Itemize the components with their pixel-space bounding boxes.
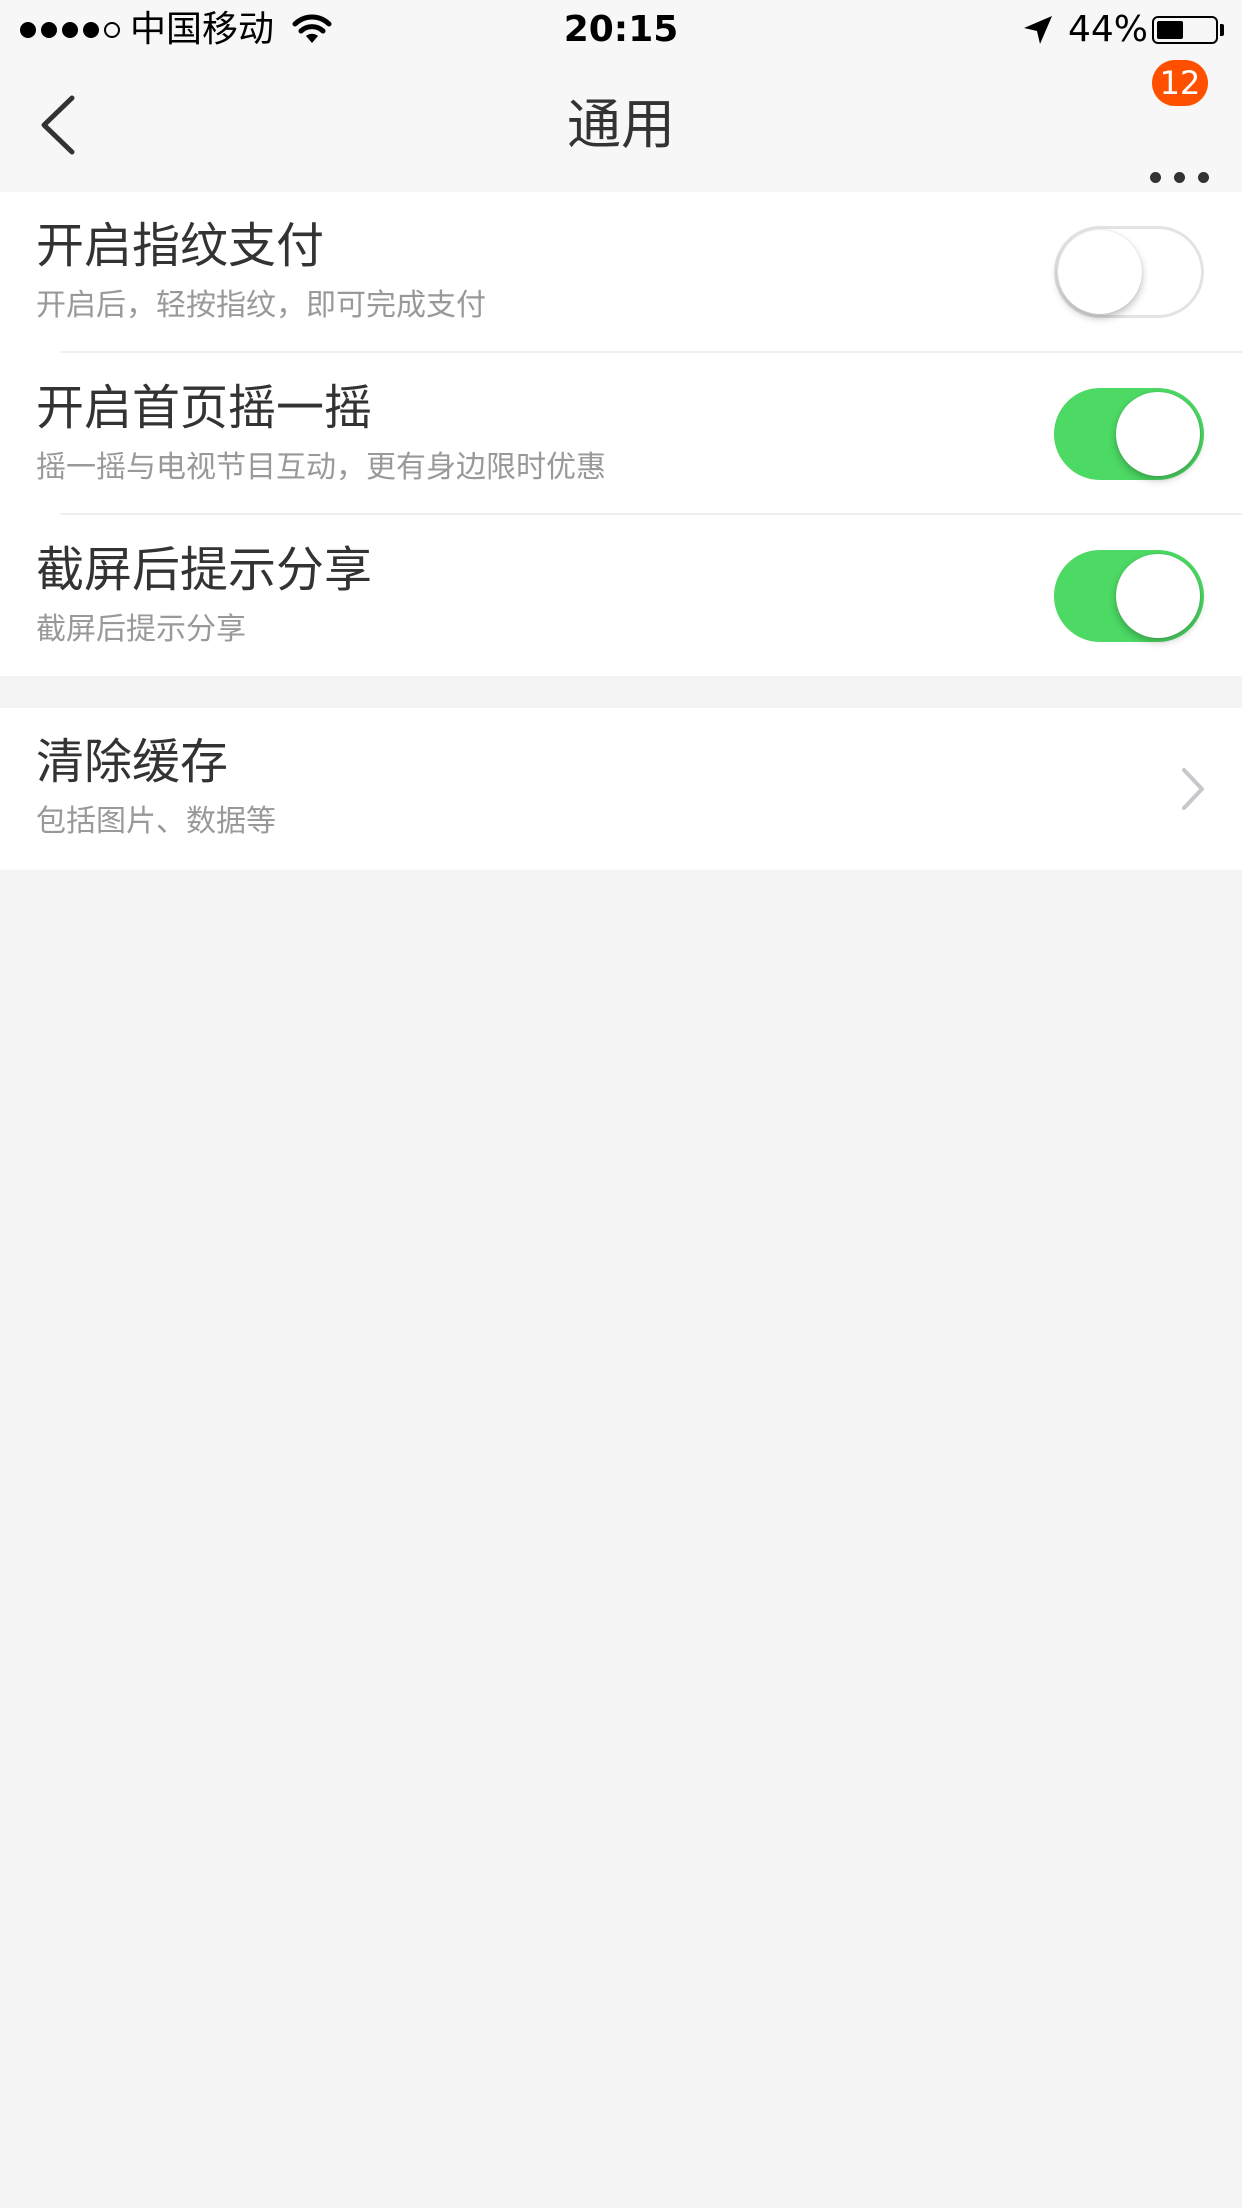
location-arrow-icon [1024, 16, 1052, 44]
more-button[interactable] [1142, 114, 1212, 184]
toggle-knob [1058, 230, 1142, 314]
setting-subtitle: 截屏后提示分享 [36, 612, 246, 647]
toggle-knob [1116, 392, 1200, 476]
status-bar: 中国移动 20:15 44% [0, 0, 1242, 60]
fingerprint-pay-toggle[interactable] [1054, 226, 1204, 318]
setting-title: 开启首页摇一摇 [36, 380, 373, 436]
setting-subtitle: 包括图片、数据等 [36, 804, 276, 839]
page-title: 通用 [567, 93, 675, 156]
battery-percent: 44% [1068, 9, 1149, 50]
setting-row-clear-cache[interactable]: 清除缓存 包括图片、数据等 [0, 708, 1242, 869]
settings-group-cache: 清除缓存 包括图片、数据等 [0, 708, 1242, 870]
setting-row-fingerprint-pay: 开启指纹支付 开启后，轻按指纹，即可完成支付 [0, 192, 1242, 353]
battery-icon [1152, 16, 1218, 44]
setting-subtitle: 开启后，轻按指纹，即可完成支付 [36, 288, 486, 323]
battery-tip [1220, 24, 1224, 36]
settings-group-toggles: 开启指纹支付 开启后，轻按指纹，即可完成支付 开启首页摇一摇 摇一摇与电视节目互… [0, 192, 1242, 676]
setting-row-home-shake: 开启首页摇一摇 摇一摇与电视节目互动，更有身边限时优惠 [0, 354, 1242, 515]
setting-row-screenshot-share: 截屏后提示分享 截屏后提示分享 [0, 516, 1242, 677]
setting-title: 截屏后提示分享 [36, 542, 373, 598]
row-divider [60, 351, 1242, 353]
nav-bar: 通用 [0, 60, 1242, 192]
status-time: 20:15 [563, 9, 679, 50]
row-divider [60, 513, 1242, 515]
setting-title: 开启指纹支付 [36, 218, 325, 274]
home-shake-toggle[interactable] [1054, 388, 1204, 480]
more-dots-icon [1150, 172, 1209, 183]
toggle-knob [1116, 554, 1200, 638]
setting-subtitle: 摇一摇与电视节目互动，更有身边限时优惠 [36, 450, 606, 485]
chevron-right-icon [1182, 768, 1204, 810]
setting-title: 清除缓存 [36, 734, 229, 790]
screenshot-share-toggle[interactable] [1054, 550, 1204, 642]
notification-badge: 12 [1152, 60, 1208, 106]
